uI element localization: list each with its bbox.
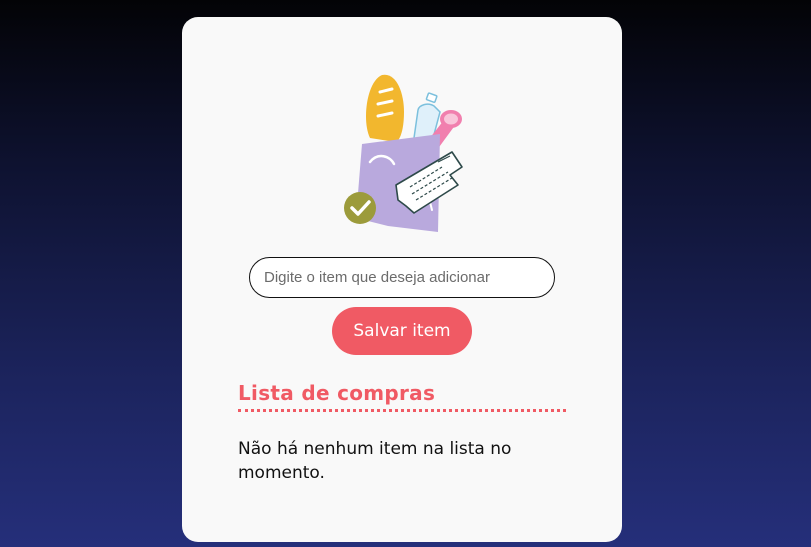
grocery-bag-icon (344, 74, 463, 232)
list-divider (238, 409, 566, 412)
item-input[interactable] (249, 257, 555, 298)
list-title: Lista de compras (238, 381, 436, 405)
shopping-card: Salvar item Lista de compras Não há nenh… (182, 17, 622, 542)
bread-icon (366, 74, 404, 142)
empty-list-message: Não há nenhum item na lista no momento. (238, 439, 512, 483)
check-circle-icon (344, 192, 376, 224)
save-item-button[interactable]: Salvar item (332, 307, 472, 355)
